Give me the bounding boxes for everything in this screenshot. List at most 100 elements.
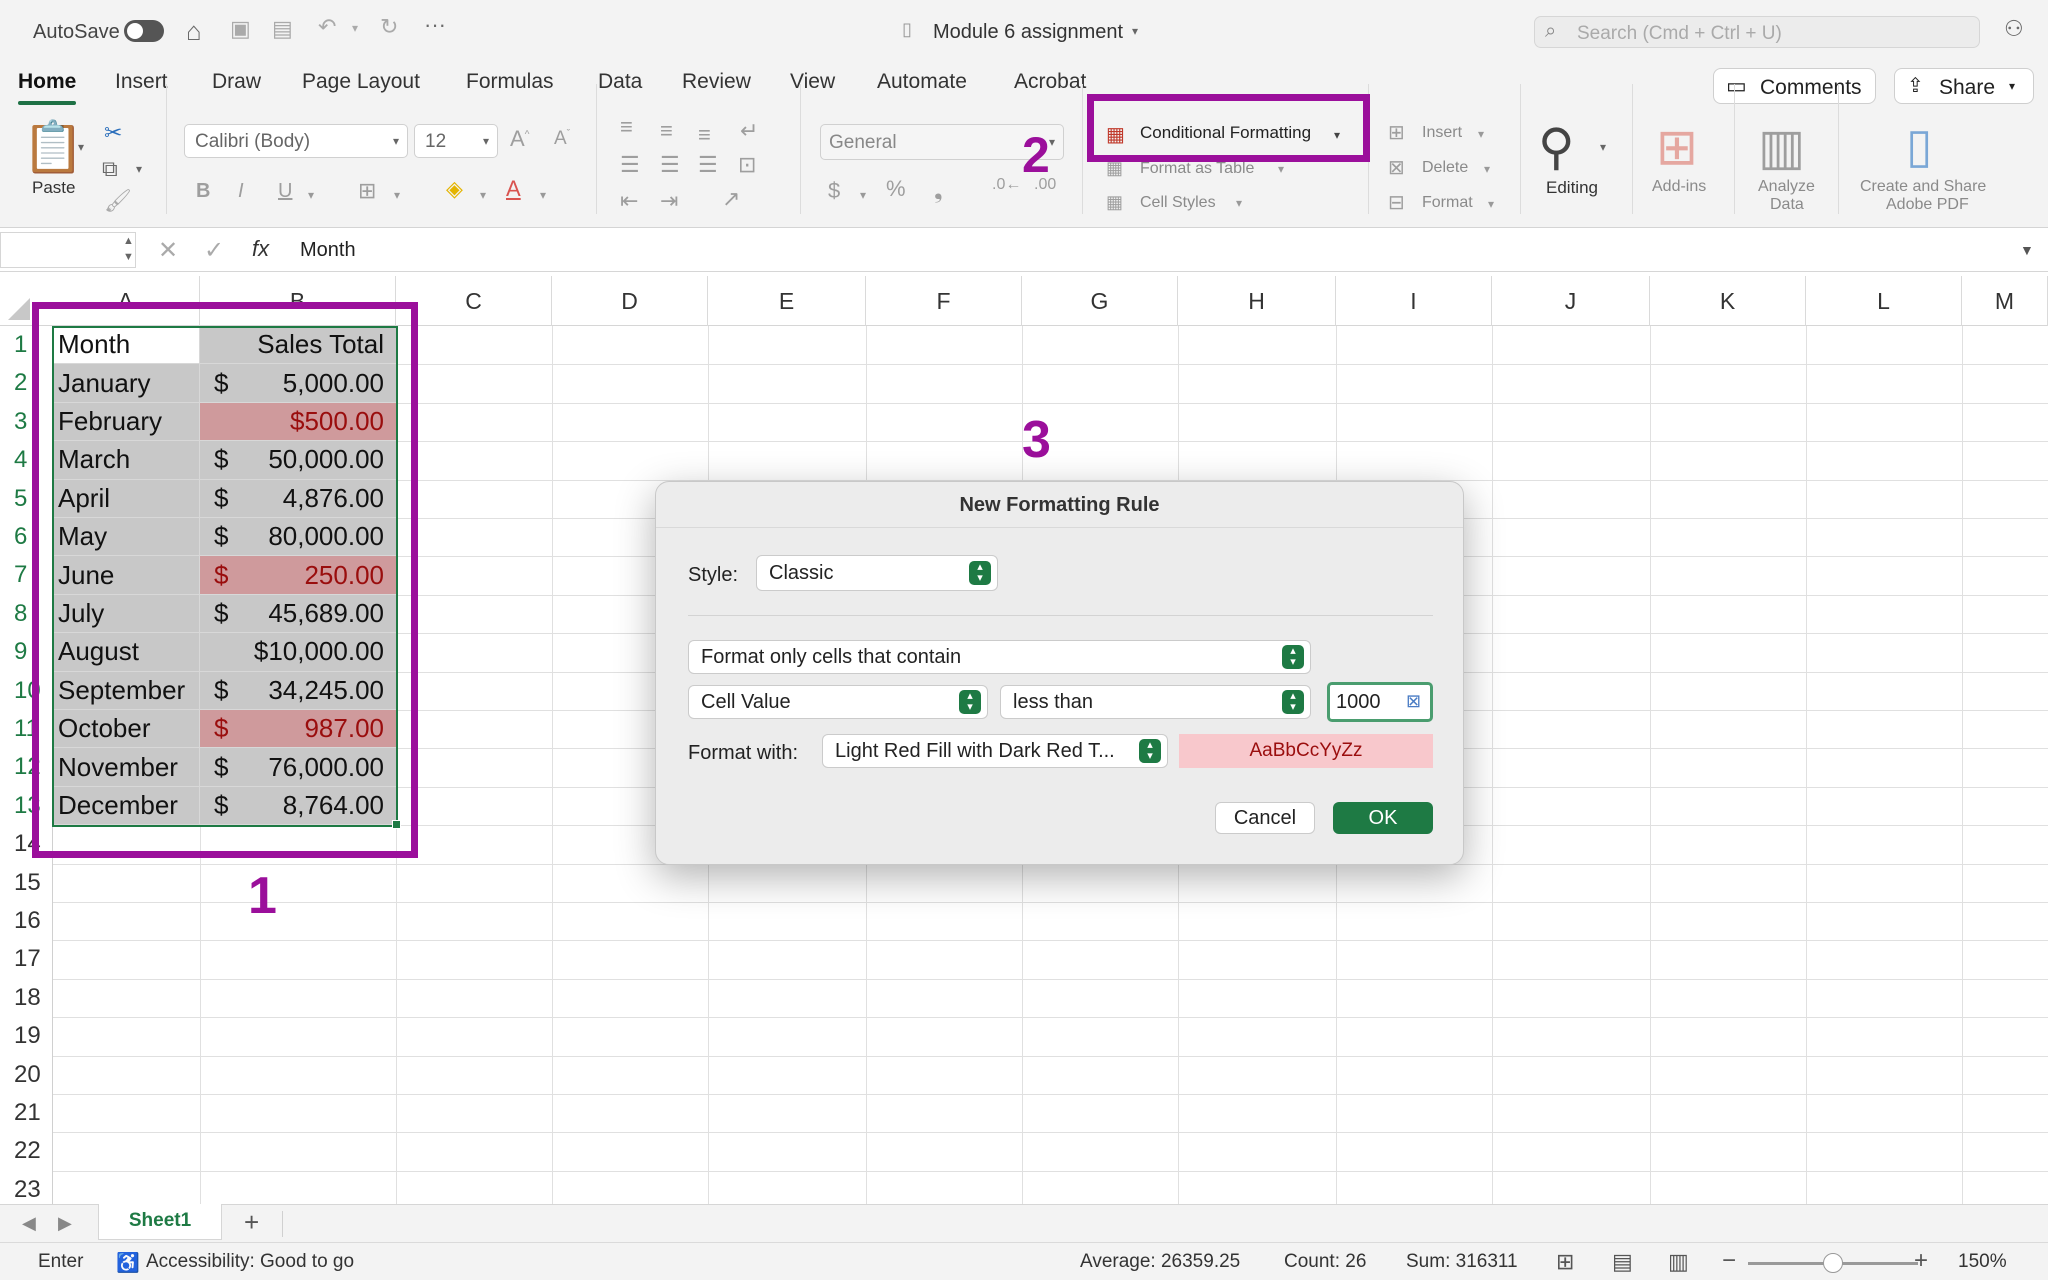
redo-icon[interactable]: ↻ xyxy=(380,16,398,38)
cell-styles-chevron-icon[interactable]: ▾ xyxy=(1236,196,1242,210)
page-break-view-icon[interactable]: ▥ xyxy=(1668,1249,1689,1275)
add-sheet-button[interactable]: + xyxy=(244,1207,259,1238)
borders-dropdown-icon[interactable]: ▾ xyxy=(394,188,400,202)
align-right-icon[interactable]: ☰ xyxy=(698,152,718,178)
name-box[interactable]: ▲ ▼ xyxy=(0,232,136,268)
column-header-m[interactable]: M xyxy=(1962,276,2048,326)
row-header-20[interactable]: 20 xyxy=(0,1056,52,1094)
comments-button[interactable]: ▭ Comments xyxy=(1713,68,1876,104)
format-chevron-icon[interactable]: ▾ xyxy=(1488,197,1494,211)
row-header-16[interactable]: 16 xyxy=(0,902,52,940)
font-size-select[interactable]: 12 ▾ xyxy=(414,124,498,158)
editing-chevron-icon[interactable]: ▾ xyxy=(1600,140,1606,154)
adobe-pdf-icon[interactable]: ▯ xyxy=(1906,118,1932,174)
tab-draw[interactable]: Draw xyxy=(212,70,261,94)
delete-chevron-icon[interactable]: ▾ xyxy=(1484,162,1490,176)
ok-button[interactable]: OK xyxy=(1333,802,1433,834)
zoom-slider[interactable] xyxy=(1748,1253,1918,1273)
copy-dropdown-icon[interactable]: ▾ xyxy=(136,162,142,176)
orientation-icon[interactable]: ↗ xyxy=(722,186,740,212)
range-picker-icon[interactable]: ⊠ xyxy=(1406,691,1421,712)
wrap-text-icon[interactable]: ↵ xyxy=(740,118,758,144)
font-color-icon[interactable]: A xyxy=(506,176,521,202)
tab-view[interactable]: View xyxy=(790,70,835,94)
zoom-out-icon[interactable]: − xyxy=(1722,1247,1736,1275)
zoom-in-icon[interactable]: + xyxy=(1914,1247,1928,1275)
cut-icon[interactable]: ✂ xyxy=(104,122,122,144)
paste-dropdown-icon[interactable]: ▾ xyxy=(78,140,84,154)
share-button[interactable]: ⇪ Share ▾ xyxy=(1894,68,2034,104)
style-select[interactable]: Classic ▴ ▾ xyxy=(756,555,998,591)
title-chevron-down-icon[interactable]: ▾ xyxy=(1132,24,1138,38)
expand-formula-icon[interactable]: ▼ xyxy=(2020,242,2034,258)
row-header-19[interactable]: 19 xyxy=(0,1017,52,1055)
format-as-table-chevron-icon[interactable]: ▾ xyxy=(1278,162,1284,176)
row-header-17[interactable]: 17 xyxy=(0,940,52,978)
cancel-entry-icon[interactable]: ✕ xyxy=(158,236,178,265)
column-header-d[interactable]: D xyxy=(552,276,708,326)
insert-chevron-icon[interactable]: ▾ xyxy=(1478,127,1484,141)
column-header-i[interactable]: I xyxy=(1336,276,1492,326)
fill-color-icon[interactable]: ◈ xyxy=(446,176,463,202)
column-header-k[interactable]: K xyxy=(1650,276,1806,326)
font-color-dropdown-icon[interactable]: ▾ xyxy=(540,188,546,202)
row-header-18[interactable]: 18 xyxy=(0,979,52,1017)
tab-review[interactable]: Review xyxy=(682,70,751,94)
paste-icon[interactable]: 📋 xyxy=(22,122,84,172)
format-with-select[interactable]: Light Red Fill with Dark Red T... ▴ ▾ xyxy=(822,734,1168,768)
tab-automate[interactable]: Automate xyxy=(877,70,967,94)
borders-icon[interactable]: ⊞ xyxy=(358,178,376,204)
zoom-slider-thumb[interactable] xyxy=(1823,1253,1843,1273)
zoom-level[interactable]: 150% xyxy=(1958,1251,2007,1273)
italic-icon[interactable]: I xyxy=(238,180,244,203)
undo-dropdown-icon[interactable]: ▾ xyxy=(352,22,358,34)
merge-icon[interactable]: ⊡ xyxy=(738,152,756,178)
accessibility-status[interactable]: Accessibility: Good to go xyxy=(146,1251,354,1273)
sheet-tab-sheet1[interactable]: Sheet1 xyxy=(98,1204,222,1240)
formula-content[interactable]: Month xyxy=(300,239,356,262)
increase-decimal-icon[interactable]: .0← xyxy=(992,176,1021,194)
currency-icon[interactable]: $ xyxy=(828,178,840,204)
align-middle-icon[interactable]: ≡ xyxy=(660,118,673,144)
tab-data[interactable]: Data xyxy=(598,70,642,94)
autosave-toggle[interactable] xyxy=(124,20,164,42)
font-name-select[interactable]: Calibri (Body) ▾ xyxy=(184,124,408,158)
next-sheet-icon[interactable]: ▶ xyxy=(58,1213,72,1234)
tab-insert[interactable]: Insert xyxy=(115,70,168,94)
increase-indent-icon[interactable]: ⇥ xyxy=(660,188,678,214)
decrease-indent-icon[interactable]: ⇤ xyxy=(620,188,638,214)
condition-field-select[interactable]: Cell Value ▴ ▾ xyxy=(688,685,988,719)
column-header-h[interactable]: H xyxy=(1178,276,1336,326)
prev-sheet-icon[interactable]: ◀ xyxy=(22,1213,36,1234)
format-as-table-button[interactable]: Format as Table xyxy=(1140,160,1254,178)
page-layout-view-icon[interactable]: ▤ xyxy=(1612,1249,1633,1275)
normal-view-icon[interactable]: ⊞ xyxy=(1556,1249,1574,1275)
more-icon[interactable]: ··· xyxy=(424,14,446,36)
operator-select[interactable]: less than ▴ ▾ xyxy=(1000,685,1311,719)
cancel-button[interactable]: Cancel xyxy=(1215,802,1315,834)
underline-icon[interactable]: U xyxy=(278,180,292,203)
currency-dropdown-icon[interactable]: ▾ xyxy=(860,188,866,202)
cell-styles-button[interactable]: Cell Styles xyxy=(1140,194,1216,212)
addins-icon[interactable]: ⊞ xyxy=(1656,118,1698,176)
tab-page-layout[interactable]: Page Layout xyxy=(302,70,420,94)
percent-icon[interactable]: % xyxy=(886,176,906,202)
select-all-icon[interactable] xyxy=(8,298,30,320)
align-left-icon[interactable]: ☰ xyxy=(620,152,640,178)
underline-dropdown-icon[interactable]: ▾ xyxy=(308,188,314,202)
save-icon[interactable]: ▣ xyxy=(230,18,251,40)
home-icon[interactable]: ⌂ xyxy=(186,18,202,44)
insert-cells-button[interactable]: Insert xyxy=(1422,124,1462,142)
function-icon[interactable]: fx xyxy=(252,236,269,262)
column-header-e[interactable]: E xyxy=(708,276,866,326)
column-header-g[interactable]: G xyxy=(1022,276,1178,326)
tab-formulas[interactable]: Formulas xyxy=(466,70,554,94)
comma-style-icon[interactable]: ❟ xyxy=(934,178,943,204)
align-center-icon[interactable]: ☰ xyxy=(660,152,680,178)
search-box[interactable]: ⌕ Search (Cmd + Ctrl + U) xyxy=(1534,16,1980,48)
row-header-21[interactable]: 21 xyxy=(0,1094,52,1132)
column-header-c[interactable]: C xyxy=(396,276,552,326)
row-header-15[interactable]: 15 xyxy=(0,864,52,902)
copy-icon[interactable]: ⧉ xyxy=(102,158,118,180)
align-bottom-icon[interactable]: ≡ xyxy=(698,122,711,148)
